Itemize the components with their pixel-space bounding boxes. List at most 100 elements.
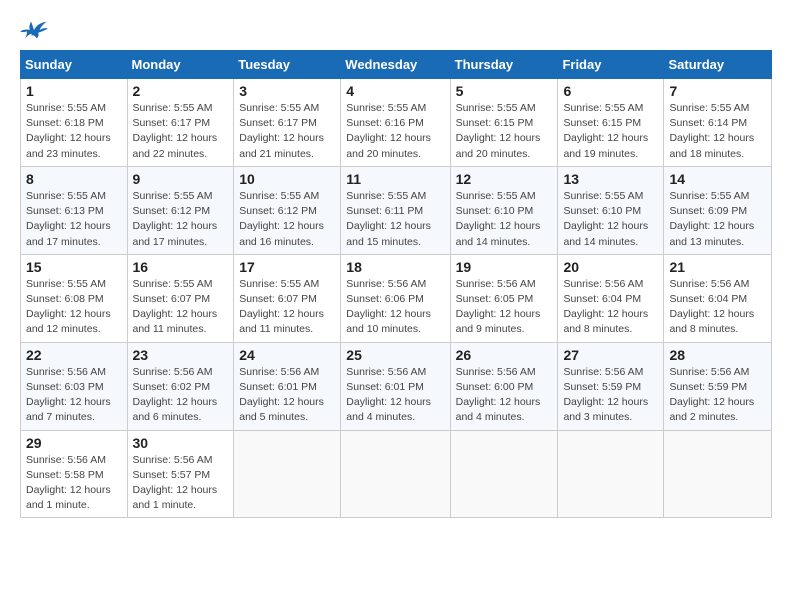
day-number: 3 [239, 83, 335, 99]
day-number: 18 [346, 259, 444, 275]
table-row: 6 Sunrise: 5:55 AMSunset: 6:15 PMDaylight… [558, 79, 664, 167]
day-number: 4 [346, 83, 444, 99]
day-info: Sunrise: 5:55 AMSunset: 6:09 PMDaylight:… [669, 189, 766, 250]
day-info: Sunrise: 5:55 AMSunset: 6:17 PMDaylight:… [239, 101, 335, 162]
day-number: 20 [563, 259, 658, 275]
day-info: Sunrise: 5:55 AMSunset: 6:10 PMDaylight:… [563, 189, 658, 250]
day-info: Sunrise: 5:55 AMSunset: 6:15 PMDaylight:… [456, 101, 553, 162]
day-info: Sunrise: 5:55 AMSunset: 6:13 PMDaylight:… [26, 189, 122, 250]
logo [20, 20, 52, 40]
day-info: Sunrise: 5:56 AMSunset: 5:59 PMDaylight:… [669, 365, 766, 426]
day-number: 25 [346, 347, 444, 363]
calendar-week-row: 8 Sunrise: 5:55 AMSunset: 6:13 PMDaylight… [21, 166, 772, 254]
table-row [558, 430, 664, 518]
day-number: 14 [669, 171, 766, 187]
day-info: Sunrise: 5:55 AMSunset: 6:14 PMDaylight:… [669, 101, 766, 162]
table-row: 30 Sunrise: 5:56 AMSunset: 5:57 PMDayligh… [127, 430, 234, 518]
day-info: Sunrise: 5:55 AMSunset: 6:12 PMDaylight:… [133, 189, 229, 250]
weekday-header-row: SundayMondayTuesdayWednesdayThursdayFrid… [21, 51, 772, 79]
table-row: 24 Sunrise: 5:56 AMSunset: 6:01 PMDayligh… [234, 342, 341, 430]
day-number: 19 [456, 259, 553, 275]
table-row: 4 Sunrise: 5:55 AMSunset: 6:16 PMDaylight… [341, 79, 450, 167]
day-number: 8 [26, 171, 122, 187]
day-number: 2 [133, 83, 229, 99]
day-number: 10 [239, 171, 335, 187]
calendar-table: SundayMondayTuesdayWednesdayThursdayFrid… [20, 50, 772, 518]
day-number: 15 [26, 259, 122, 275]
table-row: 9 Sunrise: 5:55 AMSunset: 6:12 PMDaylight… [127, 166, 234, 254]
table-row [341, 430, 450, 518]
day-number: 22 [26, 347, 122, 363]
table-row: 21Sunrise: 5:56 AMSunset: 6:04 PMDayligh… [664, 254, 772, 342]
day-info: Sunrise: 5:56 AMSunset: 5:58 PMDaylight:… [26, 453, 122, 514]
day-info: Sunrise: 5:56 AMSunset: 6:00 PMDaylight:… [456, 365, 553, 426]
day-number: 28 [669, 347, 766, 363]
table-row: 18 Sunrise: 5:56 AMSunset: 6:06 PMDayligh… [341, 254, 450, 342]
weekday-header-sunday: Sunday [21, 51, 128, 79]
day-info: Sunrise: 5:55 AMSunset: 6:17 PMDaylight:… [133, 101, 229, 162]
table-row: 13Sunrise: 5:55 AMSunset: 6:10 PMDayligh… [558, 166, 664, 254]
day-number: 29 [26, 435, 122, 451]
table-row: 2 Sunrise: 5:55 AMSunset: 6:17 PMDaylight… [127, 79, 234, 167]
table-row: 1 Sunrise: 5:55 AMSunset: 6:18 PMDaylight… [21, 79, 128, 167]
day-info: Sunrise: 5:55 AMSunset: 6:12 PMDaylight:… [239, 189, 335, 250]
day-number: 11 [346, 171, 444, 187]
day-number: 27 [563, 347, 658, 363]
logo-bird-icon [20, 20, 48, 40]
day-info: Sunrise: 5:56 AMSunset: 6:04 PMDaylight:… [563, 277, 658, 338]
day-number: 23 [133, 347, 229, 363]
day-info: Sunrise: 5:56 AMSunset: 6:01 PMDaylight:… [239, 365, 335, 426]
weekday-header-wednesday: Wednesday [341, 51, 450, 79]
day-number: 16 [133, 259, 229, 275]
table-row: 5 Sunrise: 5:55 AMSunset: 6:15 PMDaylight… [450, 79, 558, 167]
weekday-header-tuesday: Tuesday [234, 51, 341, 79]
table-row: 20 Sunrise: 5:56 AMSunset: 6:04 PMDayligh… [558, 254, 664, 342]
table-row: 3 Sunrise: 5:55 AMSunset: 6:17 PMDaylight… [234, 79, 341, 167]
day-number: 9 [133, 171, 229, 187]
table-row [664, 430, 772, 518]
table-row: 19 Sunrise: 5:56 AMSunset: 6:05 PMDayligh… [450, 254, 558, 342]
weekday-header-thursday: Thursday [450, 51, 558, 79]
day-number: 30 [133, 435, 229, 451]
table-row: 25 Sunrise: 5:56 AMSunset: 6:01 PMDayligh… [341, 342, 450, 430]
day-info: Sunrise: 5:56 AMSunset: 6:05 PMDaylight:… [456, 277, 553, 338]
day-info: Sunrise: 5:56 AMSunset: 6:03 PMDaylight:… [26, 365, 122, 426]
day-info: Sunrise: 5:56 AMSunset: 5:57 PMDaylight:… [133, 453, 229, 514]
table-row: 16Sunrise: 5:55 AMSunset: 6:07 PMDayligh… [127, 254, 234, 342]
table-row: 8 Sunrise: 5:55 AMSunset: 6:13 PMDaylight… [21, 166, 128, 254]
table-row: 28 Sunrise: 5:56 AMSunset: 5:59 PMDayligh… [664, 342, 772, 430]
day-number: 5 [456, 83, 553, 99]
day-info: Sunrise: 5:56 AMSunset: 6:01 PMDaylight:… [346, 365, 444, 426]
day-number: 6 [563, 83, 658, 99]
table-row: 7Sunrise: 5:55 AMSunset: 6:14 PMDaylight… [664, 79, 772, 167]
calendar-week-row: 22 Sunrise: 5:56 AMSunset: 6:03 PMDayligh… [21, 342, 772, 430]
table-row: 22 Sunrise: 5:56 AMSunset: 6:03 PMDayligh… [21, 342, 128, 430]
table-row: 26 Sunrise: 5:56 AMSunset: 6:00 PMDayligh… [450, 342, 558, 430]
table-row: 10 Sunrise: 5:55 AMSunset: 6:12 PMDayligh… [234, 166, 341, 254]
day-info: Sunrise: 5:55 AMSunset: 6:16 PMDaylight:… [346, 101, 444, 162]
table-row [450, 430, 558, 518]
table-row: 12Sunrise: 5:55 AMSunset: 6:10 PMDayligh… [450, 166, 558, 254]
table-row: 27Sunrise: 5:56 AMSunset: 5:59 PMDayligh… [558, 342, 664, 430]
table-row [234, 430, 341, 518]
day-info: Sunrise: 5:55 AMSunset: 6:07 PMDaylight:… [239, 277, 335, 338]
day-info: Sunrise: 5:56 AMSunset: 6:06 PMDaylight:… [346, 277, 444, 338]
calendar-week-row: 1 Sunrise: 5:55 AMSunset: 6:18 PMDaylight… [21, 79, 772, 167]
day-number: 17 [239, 259, 335, 275]
table-row: 11Sunrise: 5:55 AMSunset: 6:11 PMDayligh… [341, 166, 450, 254]
weekday-header-friday: Friday [558, 51, 664, 79]
calendar-week-row: 29 Sunrise: 5:56 AMSunset: 5:58 PMDayligh… [21, 430, 772, 518]
day-info: Sunrise: 5:55 AMSunset: 6:18 PMDaylight:… [26, 101, 122, 162]
day-number: 26 [456, 347, 553, 363]
day-number: 12 [456, 171, 553, 187]
day-number: 24 [239, 347, 335, 363]
day-info: Sunrise: 5:56 AMSunset: 6:04 PMDaylight:… [669, 277, 766, 338]
day-info: Sunrise: 5:55 AMSunset: 6:15 PMDaylight:… [563, 101, 658, 162]
day-number: 1 [26, 83, 122, 99]
table-row: 15 Sunrise: 5:55 AMSunset: 6:08 PMDayligh… [21, 254, 128, 342]
calendar-week-row: 15 Sunrise: 5:55 AMSunset: 6:08 PMDayligh… [21, 254, 772, 342]
weekday-header-saturday: Saturday [664, 51, 772, 79]
weekday-header-monday: Monday [127, 51, 234, 79]
table-row: 29 Sunrise: 5:56 AMSunset: 5:58 PMDayligh… [21, 430, 128, 518]
day-info: Sunrise: 5:55 AMSunset: 6:08 PMDaylight:… [26, 277, 122, 338]
